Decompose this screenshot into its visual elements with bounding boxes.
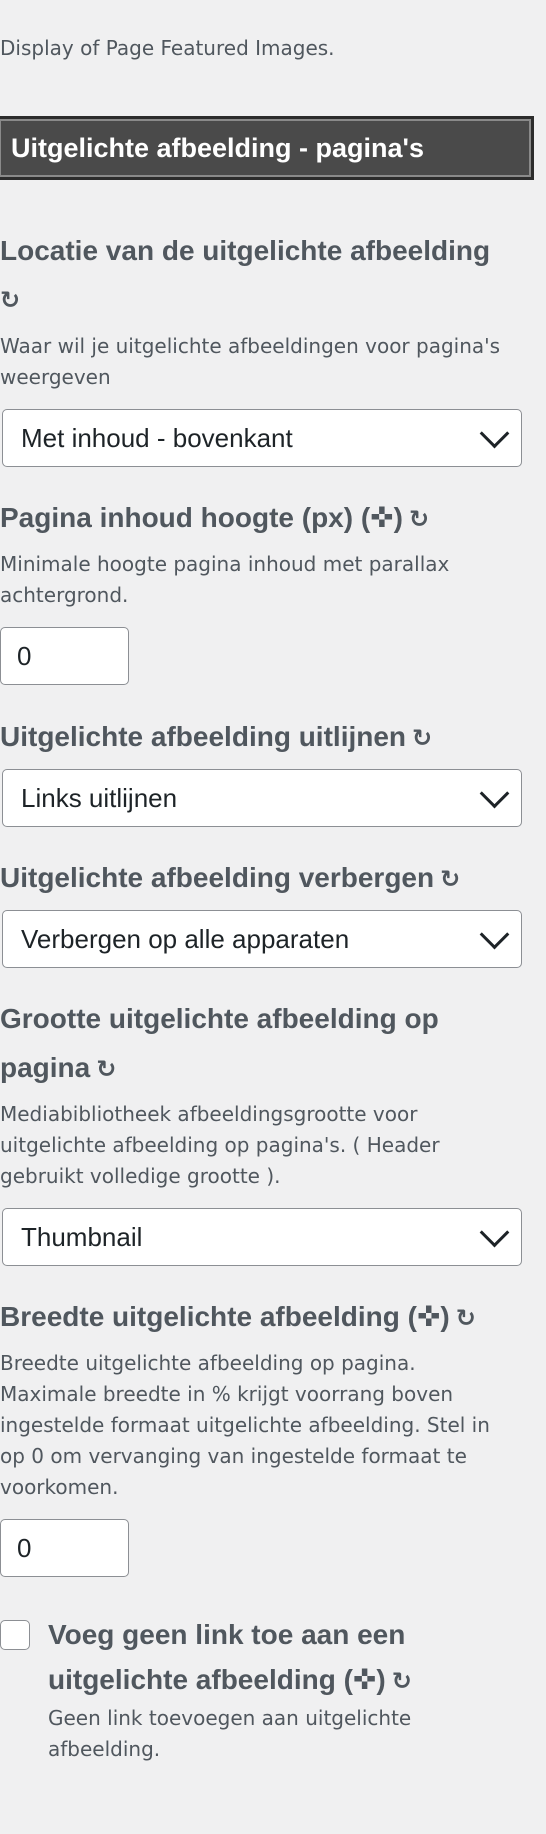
no-link-checkbox[interactable] (0, 1620, 30, 1650)
width-description-4: op 0 om vervanging van ingestelde formaa… (0, 1444, 467, 1468)
width-description-1: Breedte uitgelichte afbeelding op pagina… (0, 1351, 416, 1375)
align-label-row: Uitgelichte afbeelding uitlijnen ↻ (0, 712, 432, 763)
no-link-description-2: afbeelding. (48, 1737, 161, 1761)
width-description-3: ingestelde formaat uitgelichte afbeeldin… (0, 1413, 490, 1437)
chevron-down-icon (479, 418, 510, 448)
chevron-down-icon (479, 919, 510, 949)
reset-icon[interactable]: ↻ (456, 1294, 476, 1343)
size-select[interactable]: Thumbnail (2, 1208, 522, 1266)
align-select[interactable]: Links uitlijnen (2, 769, 522, 827)
intro-text: Display of Page Featured Images. (0, 36, 335, 60)
size-label-2: pagina (0, 1052, 91, 1083)
size-select-value: Thumbnail (21, 1221, 143, 1252)
reset-icon[interactable]: ↻ (409, 495, 429, 544)
section-title: Uitgelichte afbeelding - pagina's (0, 116, 534, 180)
hide-select-value: Verbergen op alle apparaten (21, 923, 350, 954)
width-label: Breedte uitgelichte afbeelding (✜) (0, 1301, 450, 1332)
no-link-description-1: Geen link toevoegen aan uitgelichte (48, 1706, 412, 1730)
location-description-1: Waar wil je uitgelichte afbeeldingen voo… (0, 334, 501, 358)
content-height-input[interactable]: 0 (0, 627, 129, 685)
chevron-down-icon (479, 1217, 510, 1247)
content-height-description-1: Minimale hoogte pagina inhoud met parall… (0, 552, 450, 576)
reset-icon[interactable]: ↻ (392, 1659, 412, 1704)
width-description-2: Maximale breedte in % krijgt voorrang bo… (0, 1382, 454, 1406)
reset-icon[interactable]: ↻ (440, 855, 460, 904)
align-select-value: Links uitlijnen (21, 782, 178, 813)
size-description-3: gebruikt volledige grootte ). (0, 1164, 281, 1188)
width-input[interactable]: 0 (0, 1519, 129, 1577)
content-height-description-2: achtergrond. (0, 583, 129, 607)
location-reset-wrap: ↻ (0, 274, 20, 325)
location-description-2: weergeven (0, 365, 111, 389)
size-description-1: Mediabibliotheek afbeeldingsgrootte voor (0, 1102, 418, 1126)
size-description-2: uitgelichte afbeelding op pagina's. ( He… (0, 1133, 440, 1157)
width-description-5: voorkomen. (0, 1475, 119, 1499)
hide-label-row: Uitgelichte afbeelding verbergen ↻ (0, 853, 460, 904)
hide-label: Uitgelichte afbeelding verbergen (0, 862, 435, 893)
location-select-value: Met inhoud - bovenkant (21, 422, 293, 453)
reset-icon[interactable]: ↻ (96, 1045, 116, 1094)
no-link-label-1[interactable]: Voeg geen link toe aan een (48, 1612, 405, 1657)
content-height-label-row: Pagina inhoud hoogte (px) (✜) ↻ (0, 493, 429, 544)
content-height-label: Pagina inhoud hoogte (px) (✜) (0, 502, 403, 533)
width-label-row: Breedte uitgelichte afbeelding (✜) ↻ (0, 1292, 476, 1343)
location-select[interactable]: Met inhoud - bovenkant (2, 409, 522, 467)
size-label-row: pagina ↻ (0, 1043, 116, 1094)
location-label: Locatie van de uitgelichte afbeelding (0, 235, 491, 266)
size-label-1: Grootte uitgelichte afbeelding op (0, 1003, 439, 1034)
hide-select[interactable]: Verbergen op alle apparaten (2, 910, 522, 968)
reset-icon[interactable]: ↻ (0, 276, 20, 325)
reset-icon[interactable]: ↻ (412, 714, 432, 763)
no-link-label-row[interactable]: uitgelichte afbeelding (✜) ↻ (48, 1657, 412, 1704)
no-link-label-2: uitgelichte afbeelding (✜) (48, 1664, 386, 1695)
chevron-down-icon (479, 778, 510, 808)
align-label: Uitgelichte afbeelding uitlijnen (0, 721, 407, 752)
